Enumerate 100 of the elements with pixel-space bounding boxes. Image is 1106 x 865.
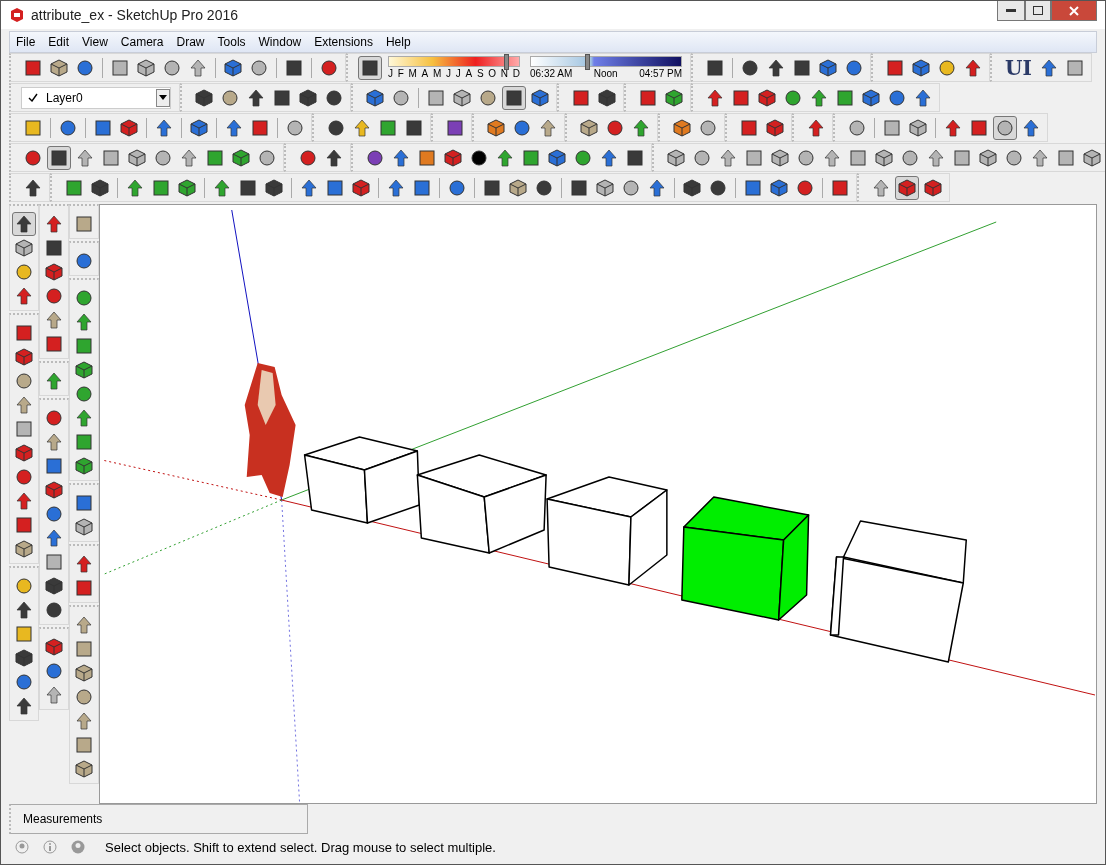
square-icon <box>626 148 644 167</box>
circle-icon <box>938 58 956 77</box>
cube-icon <box>1083 148 1101 167</box>
cube-icon <box>45 481 63 499</box>
cube-icon <box>232 148 250 167</box>
square-icon <box>206 148 224 167</box>
arrow-icon <box>648 178 666 197</box>
square-icon <box>75 215 93 233</box>
slider-label: O <box>488 68 497 79</box>
menu-item[interactable]: File <box>10 35 43 49</box>
square-icon <box>75 736 93 754</box>
cube-icon <box>15 348 33 366</box>
menu-item[interactable]: Help <box>379 35 418 49</box>
cube-icon <box>862 88 880 107</box>
square-icon <box>273 88 291 107</box>
square-icon <box>361 58 379 77</box>
menu-item[interactable]: Edit <box>42 35 77 49</box>
arrow-icon <box>872 178 890 197</box>
toolbar-button[interactable] <box>993 115 1017 140</box>
slider-track[interactable] <box>388 56 520 67</box>
circle-icon <box>392 88 410 107</box>
layer-dropdown[interactable]: Layer0 <box>21 86 171 109</box>
menu-item[interactable]: Window <box>252 35 309 49</box>
circle-icon <box>15 468 33 486</box>
circle-icon <box>606 118 624 137</box>
circle-icon <box>45 601 63 619</box>
circle-icon <box>45 505 63 523</box>
circle-icon <box>741 58 759 77</box>
arrow-icon <box>719 148 737 167</box>
arrow-icon <box>300 178 318 197</box>
box-drawing[interactable] <box>681 496 810 621</box>
circle-icon <box>320 58 338 77</box>
cube-icon <box>487 118 505 137</box>
cube-icon <box>91 178 109 197</box>
arrow-icon <box>155 118 173 137</box>
square-icon <box>152 178 170 197</box>
toolbar-button[interactable] <box>895 175 919 200</box>
square-icon <box>572 88 590 107</box>
arrow-icon <box>76 148 94 167</box>
app-logo-icon <box>9 7 25 23</box>
box-drawing[interactable] <box>303 436 421 524</box>
slider-label: J <box>388 68 393 79</box>
arrow-icon <box>45 433 63 451</box>
circle-icon <box>888 88 906 107</box>
box-drawing[interactable] <box>416 454 547 554</box>
cube-icon <box>580 118 598 137</box>
minimize-button[interactable] <box>997 1 1025 21</box>
circle-icon <box>574 148 592 167</box>
box-drawing[interactable] <box>546 476 668 586</box>
arrow-icon <box>927 148 945 167</box>
square-icon <box>836 88 854 107</box>
toolbar-button[interactable] <box>502 85 526 110</box>
arrow-icon <box>632 118 650 137</box>
cube-icon <box>819 58 837 77</box>
cube-icon <box>75 361 93 379</box>
slider-label: M <box>433 68 442 79</box>
slider-label: F <box>397 68 404 79</box>
circle-icon <box>479 88 497 107</box>
box-drawing[interactable] <box>829 520 967 663</box>
dropdown-button[interactable] <box>156 88 170 107</box>
slider-label: J <box>446 68 452 79</box>
square-icon <box>413 178 431 197</box>
circle-icon <box>59 118 77 137</box>
arrow-icon <box>600 148 618 167</box>
square-icon <box>45 553 63 571</box>
menu-item[interactable]: Extensions <box>308 35 380 49</box>
cube-icon <box>15 444 33 462</box>
maximize-icon <box>1033 6 1043 15</box>
toolbar-button[interactable] <box>47 145 71 170</box>
square-icon <box>111 58 129 77</box>
circle-icon <box>513 118 531 137</box>
square-icon <box>75 337 93 355</box>
cube-icon <box>766 118 784 137</box>
circle-icon <box>693 148 711 167</box>
slider-thumb[interactable] <box>585 54 590 70</box>
slider-label: J <box>455 68 461 79</box>
menu-item[interactable]: Draw <box>170 35 212 49</box>
circle-icon <box>45 662 63 680</box>
slider-label: 04:57 PM <box>639 68 682 79</box>
arrow-icon <box>75 616 93 634</box>
toolbar-button[interactable] <box>12 212 36 236</box>
menu-item[interactable]: Tools <box>211 35 253 49</box>
square-icon <box>1057 148 1075 167</box>
cube-icon <box>45 638 63 656</box>
circle-icon <box>24 148 42 167</box>
maximize-button[interactable] <box>1025 1 1051 21</box>
square-icon <box>446 118 464 137</box>
toolbar-button[interactable] <box>358 55 382 80</box>
close-button[interactable] <box>1051 1 1097 21</box>
user-icon <box>71 840 85 854</box>
slider-track[interactable] <box>530 56 682 67</box>
circle-icon <box>470 148 488 167</box>
toolbar-button[interactable]: UI <box>1002 55 1035 80</box>
slider-thumb[interactable] <box>503 54 509 70</box>
menu-item[interactable]: View <box>76 35 115 49</box>
circle-icon <box>45 287 63 305</box>
square-icon <box>285 58 303 77</box>
circle-icon <box>163 58 181 77</box>
menu-item[interactable]: Camera <box>114 35 171 49</box>
cube-icon <box>875 148 893 167</box>
